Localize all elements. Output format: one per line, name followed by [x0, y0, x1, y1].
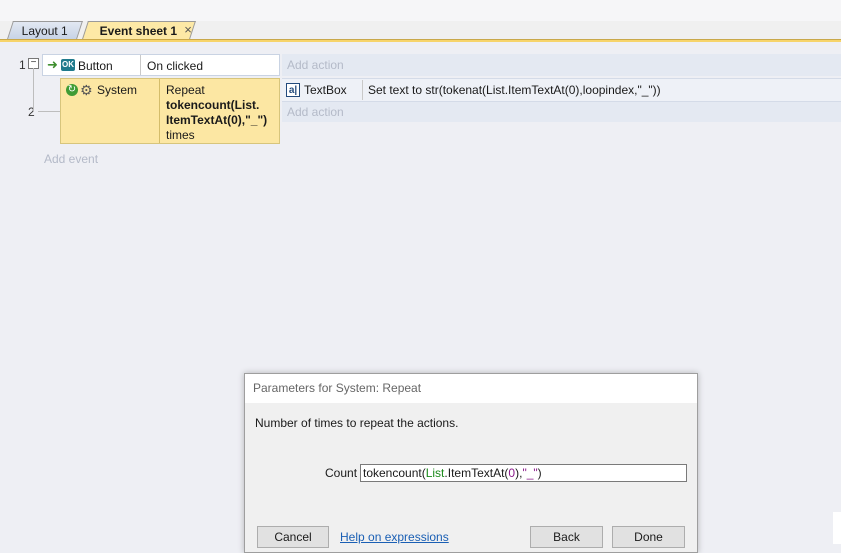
textbox-icon: a| [286, 83, 300, 97]
condition-text: Repeat tokencount(List. ItemTextAt(0),"_… [166, 83, 268, 142]
back-button[interactable]: Back [530, 526, 603, 548]
action-object-name: TextBox [304, 83, 347, 97]
tree-guide-horizontal [38, 111, 60, 112]
condition-object-name: Button [78, 59, 113, 73]
condition-text: On clicked [147, 59, 204, 73]
dialog-title: Parameters for System: Repeat [245, 374, 697, 403]
add-event-link[interactable]: Add event [44, 152, 98, 166]
action-text: Set text to str(tokenat(List.ItemTextAt(… [368, 83, 661, 97]
cancel-button[interactable]: Cancel [257, 526, 329, 548]
condition-system-repeat[interactable]: ↻ ⚙ System Repeat tokencount(List. ItemT… [60, 78, 280, 144]
done-button[interactable]: Done [612, 526, 685, 548]
add-action-link[interactable]: Add action [287, 58, 344, 72]
tab-event-sheet-1[interactable]: Event sheet 1 [82, 21, 196, 39]
help-on-expressions-link[interactable]: Help on expressions [340, 530, 449, 544]
dialog-description: Number of times to repeat the actions. [255, 416, 459, 430]
add-action-link[interactable]: Add action [287, 105, 344, 119]
tab-bar: Layout 1 Event sheet 1 [0, 21, 841, 40]
system-gear-icon: ⚙ [80, 82, 93, 98]
condition-separator [159, 79, 160, 143]
action-row[interactable]: a| TextBox Set text to str(tokenat(List.… [282, 78, 841, 102]
tree-guide-vertical [33, 68, 34, 111]
event-number: 1 [19, 58, 26, 72]
action-area-event-2[interactable]: Add action [282, 102, 841, 122]
tab-layout-1[interactable]: Layout 1 [7, 21, 83, 39]
loop-icon: ↻ [66, 84, 78, 96]
tab-close-icon[interactable]: × [181, 22, 195, 38]
parameters-dialog: Parameters for System: Repeat Number of … [244, 373, 698, 553]
condition-object-name: System [97, 83, 138, 97]
button-object-icon: OK [61, 59, 75, 71]
window-edge [833, 512, 841, 544]
action-separator [362, 80, 363, 100]
top-strip [0, 0, 841, 21]
count-label: Count [325, 466, 358, 480]
condition-separator [140, 55, 141, 75]
event-arrow-icon: ➜ [47, 57, 58, 72]
count-input[interactable]: tokencount(List.ItemTextAt(0),"_") [360, 464, 687, 482]
condition-button-on-clicked[interactable]: ➜ OK Button On clicked [42, 54, 280, 76]
action-area-event-1[interactable]: Add action [282, 54, 841, 76]
